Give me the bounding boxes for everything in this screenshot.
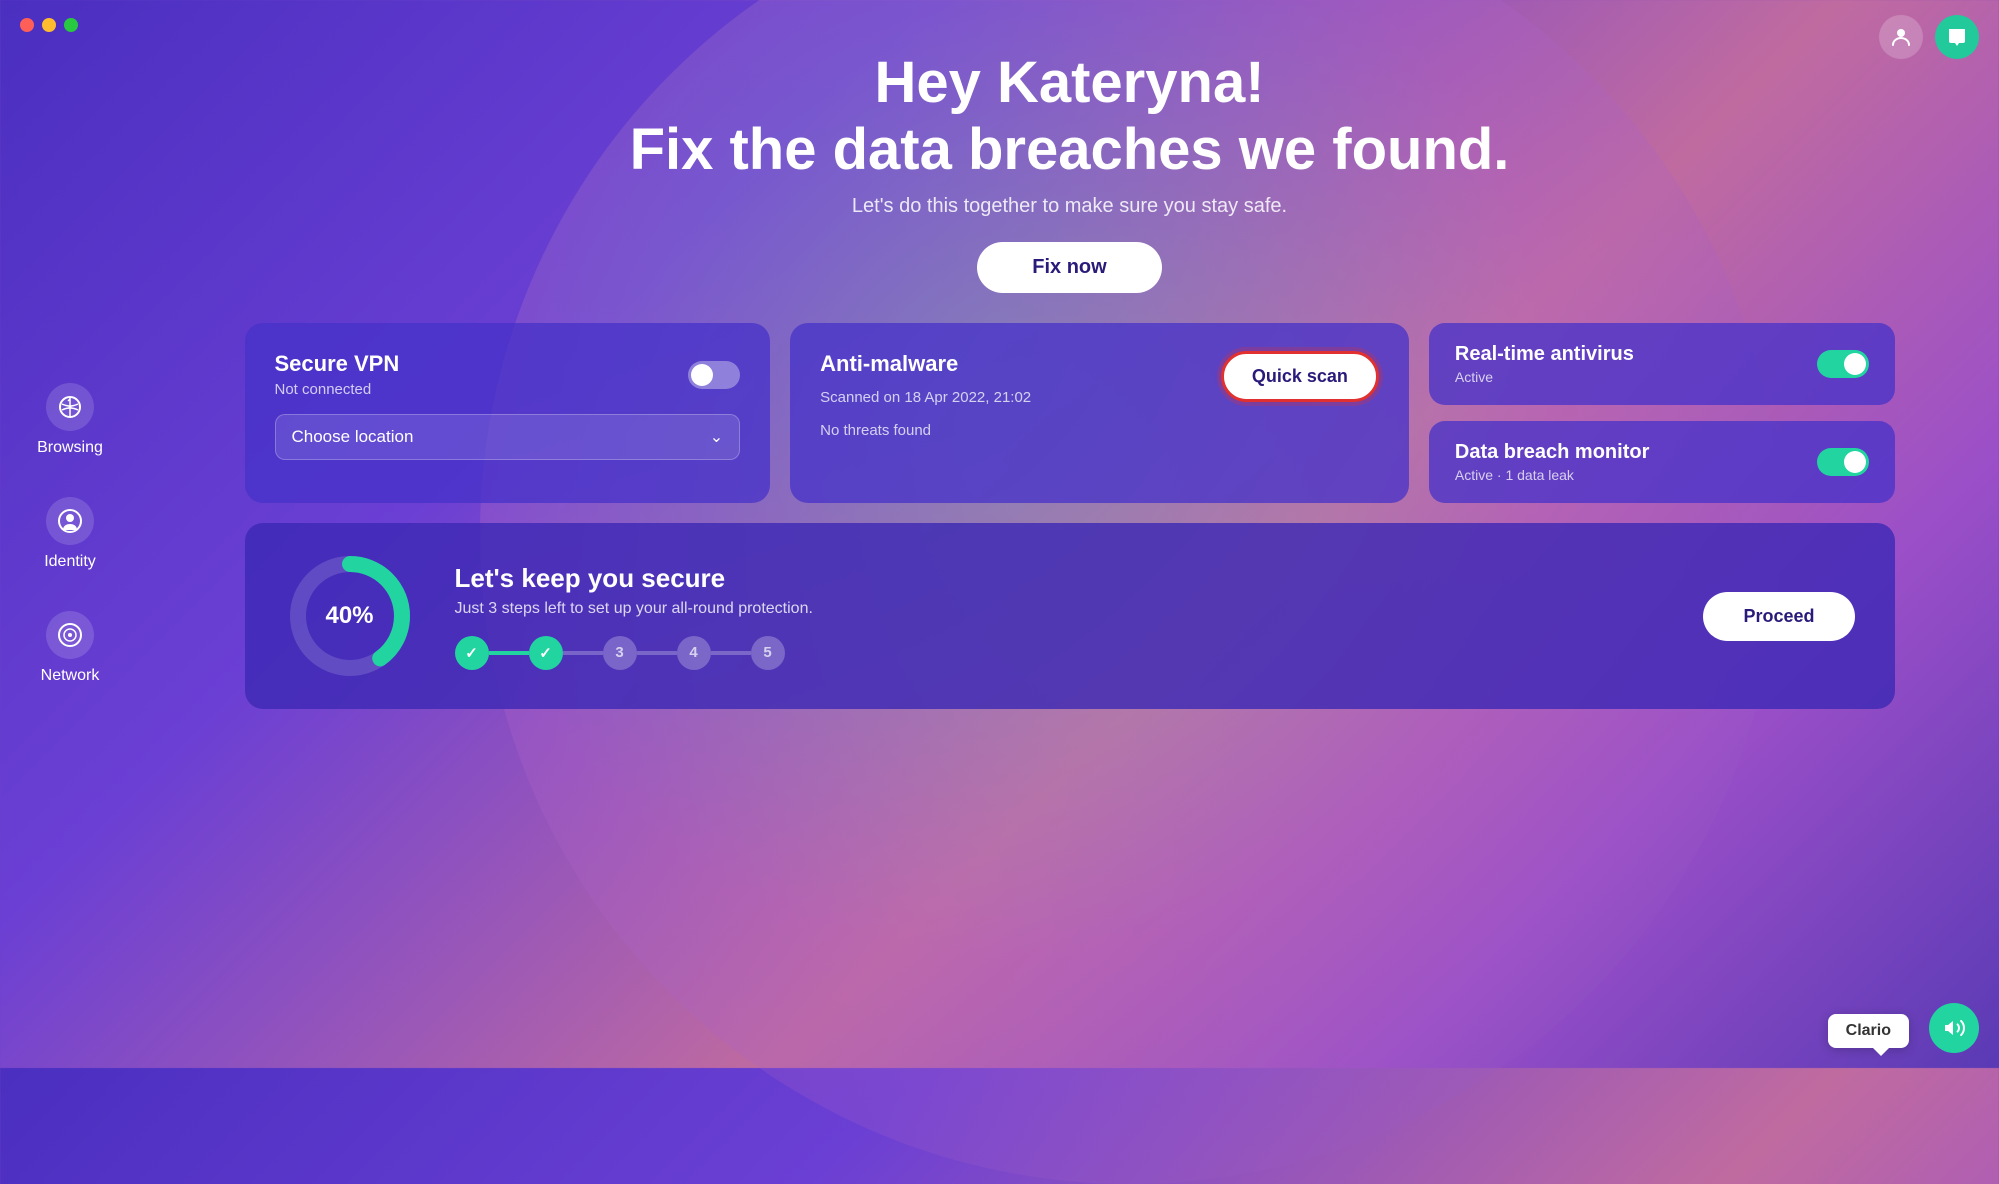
sidebar-item-network[interactable]: Network: [31, 601, 110, 695]
browsing-icon: [46, 383, 94, 431]
banner-text: Let's keep you secure Just 3 steps left …: [455, 563, 1664, 670]
hero-section: Hey Kateryna! Fix the data breaches we f…: [630, 50, 1510, 293]
banner-subtitle: Just 3 steps left to set up your all-rou…: [455, 600, 1664, 618]
clario-tooltip: Clario: [1828, 1014, 1909, 1048]
breach-status: Active · 1 data leak: [1455, 467, 1649, 483]
realtime-status: Active: [1455, 369, 1634, 385]
progress-donut: 40%: [285, 551, 415, 681]
proceed-button[interactable]: Proceed: [1703, 592, 1854, 641]
sidebar-item-identity[interactable]: Identity: [34, 487, 106, 581]
top-right-actions: [1879, 15, 1979, 59]
vpn-card: Secure VPN Not connected Choose location…: [245, 323, 771, 503]
breach-monitor-card: Data breach monitor Active · 1 data leak: [1429, 421, 1895, 503]
network-label: Network: [41, 667, 100, 685]
main-content: Hey Kateryna! Fix the data breaches we f…: [140, 0, 1999, 1068]
vpn-title: Secure VPN: [275, 351, 400, 377]
quick-scan-button[interactable]: Quick scan: [1221, 351, 1379, 402]
chat-icon[interactable]: [1935, 15, 1979, 59]
breach-toggle[interactable]: [1817, 448, 1869, 476]
step-line-1: [489, 651, 529, 655]
antimalware-status: No threats found: [820, 422, 1201, 439]
identity-label: Identity: [44, 553, 96, 571]
progress-percent: 40%: [325, 602, 373, 630]
realtime-title: Real-time antivirus: [1455, 343, 1634, 366]
step-line-2: [563, 651, 603, 655]
hero-title: Hey Kateryna! Fix the data breaches we f…: [630, 50, 1510, 183]
browsing-label: Browsing: [37, 439, 103, 457]
step-2: ✓: [529, 636, 563, 670]
step-3: 3: [603, 636, 637, 670]
realtime-antivirus-card: Real-time antivirus Active: [1429, 323, 1895, 405]
vpn-status: Not connected: [275, 381, 400, 398]
antimalware-card: Anti-malware Scanned on 18 Apr 2022, 21:…: [790, 323, 1409, 503]
speaker-button[interactable]: [1929, 1003, 1979, 1053]
location-placeholder: Choose location: [292, 427, 414, 447]
network-icon: [46, 611, 94, 659]
step-5: 5: [751, 636, 785, 670]
vpn-toggle[interactable]: [688, 361, 740, 389]
sidebar-item-browsing[interactable]: Browsing: [27, 373, 113, 467]
bottom-banner: 40% Let's keep you secure Just 3 steps l…: [245, 523, 1895, 709]
clario-label: Clario: [1846, 1022, 1891, 1039]
chevron-down-icon: ⌄: [710, 427, 723, 447]
setup-steps: ✓ ✓ 3 4 5: [455, 636, 1664, 670]
step-line-4: [711, 651, 751, 655]
identity-icon: [46, 497, 94, 545]
banner-title: Let's keep you secure: [455, 563, 1664, 594]
antimalware-title: Anti-malware: [820, 351, 1201, 377]
antimalware-scan-date: Scanned on 18 Apr 2022, 21:02: [820, 389, 1201, 406]
hero-subtitle: Let's do this together to make sure you …: [630, 195, 1510, 218]
realtime-toggle[interactable]: [1817, 350, 1869, 378]
breach-title: Data breach monitor: [1455, 441, 1649, 464]
step-4: 4: [677, 636, 711, 670]
fix-now-button[interactable]: Fix now: [977, 242, 1161, 293]
right-column: Real-time antivirus Active Data breach m…: [1429, 323, 1895, 503]
cards-row: Secure VPN Not connected Choose location…: [245, 323, 1895, 503]
location-dropdown[interactable]: Choose location ⌄: [275, 414, 741, 460]
step-1: ✓: [455, 636, 489, 670]
sidebar: Browsing Identity Network: [0, 0, 140, 1068]
step-line-3: [637, 651, 677, 655]
user-profile-icon[interactable]: [1879, 15, 1923, 59]
